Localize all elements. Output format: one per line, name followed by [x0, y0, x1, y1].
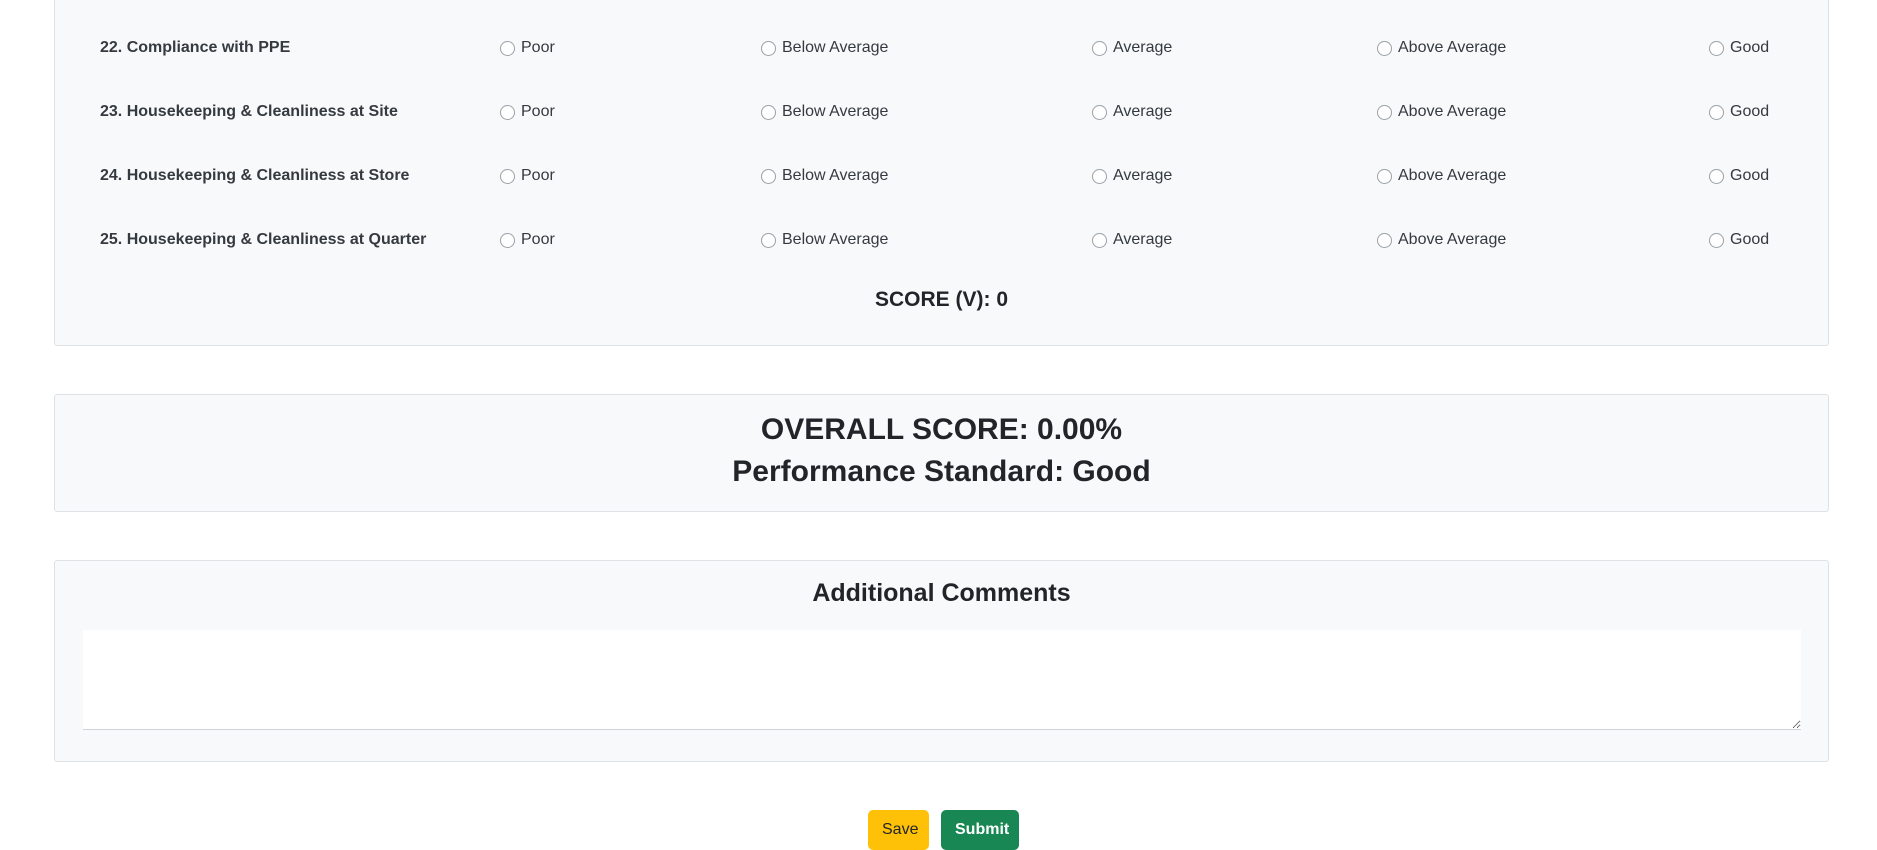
performance-standard: Performance Standard: Good: [732, 455, 1151, 488]
option-above-average[interactable]: Above Average: [1377, 33, 1506, 63]
option-above-average[interactable]: Above Average: [1377, 161, 1506, 191]
radio-button[interactable]: [1709, 168, 1724, 184]
option-average[interactable]: Average: [1092, 33, 1172, 63]
option-poor[interactable]: Poor: [500, 33, 555, 63]
question-label: 22. Compliance with PPE: [100, 39, 291, 56]
question-label: 24. Housekeeping & Cleanliness at Store: [100, 167, 410, 184]
overall-score-panel: OVERALL SCORE: 0.00% Performance Standar…: [54, 394, 1829, 512]
radio-button[interactable]: [1709, 104, 1724, 120]
question-label: 25. Housekeeping & Cleanliness at Quarte…: [100, 231, 427, 248]
radio-button[interactable]: [1377, 168, 1392, 184]
option-good[interactable]: Good: [1709, 33, 1769, 63]
question-label: 23. Housekeeping & Cleanliness at Site: [100, 103, 398, 120]
option-poor[interactable]: Poor: [500, 161, 555, 191]
option-good[interactable]: Good: [1709, 97, 1769, 127]
option-poor[interactable]: Poor: [500, 97, 555, 127]
option-average[interactable]: Average: [1092, 97, 1172, 127]
rating-row-25: 25. Housekeeping & Cleanliness at Quarte…: [55, 225, 1828, 255]
option-good[interactable]: Good: [1709, 161, 1769, 191]
option-above-average[interactable]: Above Average: [1377, 225, 1506, 255]
comments-textarea[interactable]: [83, 630, 1801, 730]
radio-button[interactable]: [1092, 40, 1107, 56]
radio-button[interactable]: [1092, 104, 1107, 120]
rating-row-24: 24. Housekeeping & Cleanliness at Store …: [55, 161, 1828, 191]
radio-button[interactable]: [1377, 40, 1392, 56]
radio-button[interactable]: [1377, 104, 1392, 120]
save-button[interactable]: Save: [868, 810, 929, 850]
option-below-average[interactable]: Below Average: [761, 33, 888, 63]
section-score: SCORE (V): 0: [874, 288, 1008, 311]
rating-row-23: 23. Housekeeping & Cleanliness at Site P…: [55, 97, 1828, 127]
radio-button[interactable]: [1092, 168, 1107, 184]
action-buttons: Save Submit: [0, 810, 1877, 850]
radio-button[interactable]: [761, 40, 776, 56]
option-below-average[interactable]: Below Average: [761, 97, 888, 127]
rating-row-22: 22. Compliance with PPE Poor Below Avera…: [55, 33, 1828, 63]
overall-score: OVERALL SCORE: 0.00%: [760, 413, 1123, 446]
comments-title: Additional Comments: [812, 579, 1071, 607]
radio-button[interactable]: [761, 104, 776, 120]
option-below-average[interactable]: Below Average: [761, 225, 888, 255]
submit-button[interactable]: Submit: [941, 810, 1019, 850]
option-good[interactable]: Good: [1709, 225, 1769, 255]
radio-button[interactable]: [500, 40, 515, 56]
comments-panel: Additional Comments: [54, 560, 1829, 762]
radio-button[interactable]: [500, 232, 515, 248]
option-below-average[interactable]: Below Average: [761, 161, 888, 191]
radio-button[interactable]: [761, 232, 776, 248]
radio-button[interactable]: [500, 168, 515, 184]
radio-button[interactable]: [1709, 232, 1724, 248]
option-above-average[interactable]: Above Average: [1377, 97, 1506, 127]
option-poor[interactable]: Poor: [500, 225, 555, 255]
option-average[interactable]: Average: [1092, 161, 1172, 191]
radio-button[interactable]: [1092, 232, 1107, 248]
option-average[interactable]: Average: [1092, 225, 1172, 255]
radio-button[interactable]: [1377, 232, 1392, 248]
radio-button[interactable]: [500, 104, 515, 120]
radio-button[interactable]: [761, 168, 776, 184]
radio-button[interactable]: [1709, 40, 1724, 56]
rating-section: 22. Compliance with PPE Poor Below Avera…: [54, 0, 1829, 346]
